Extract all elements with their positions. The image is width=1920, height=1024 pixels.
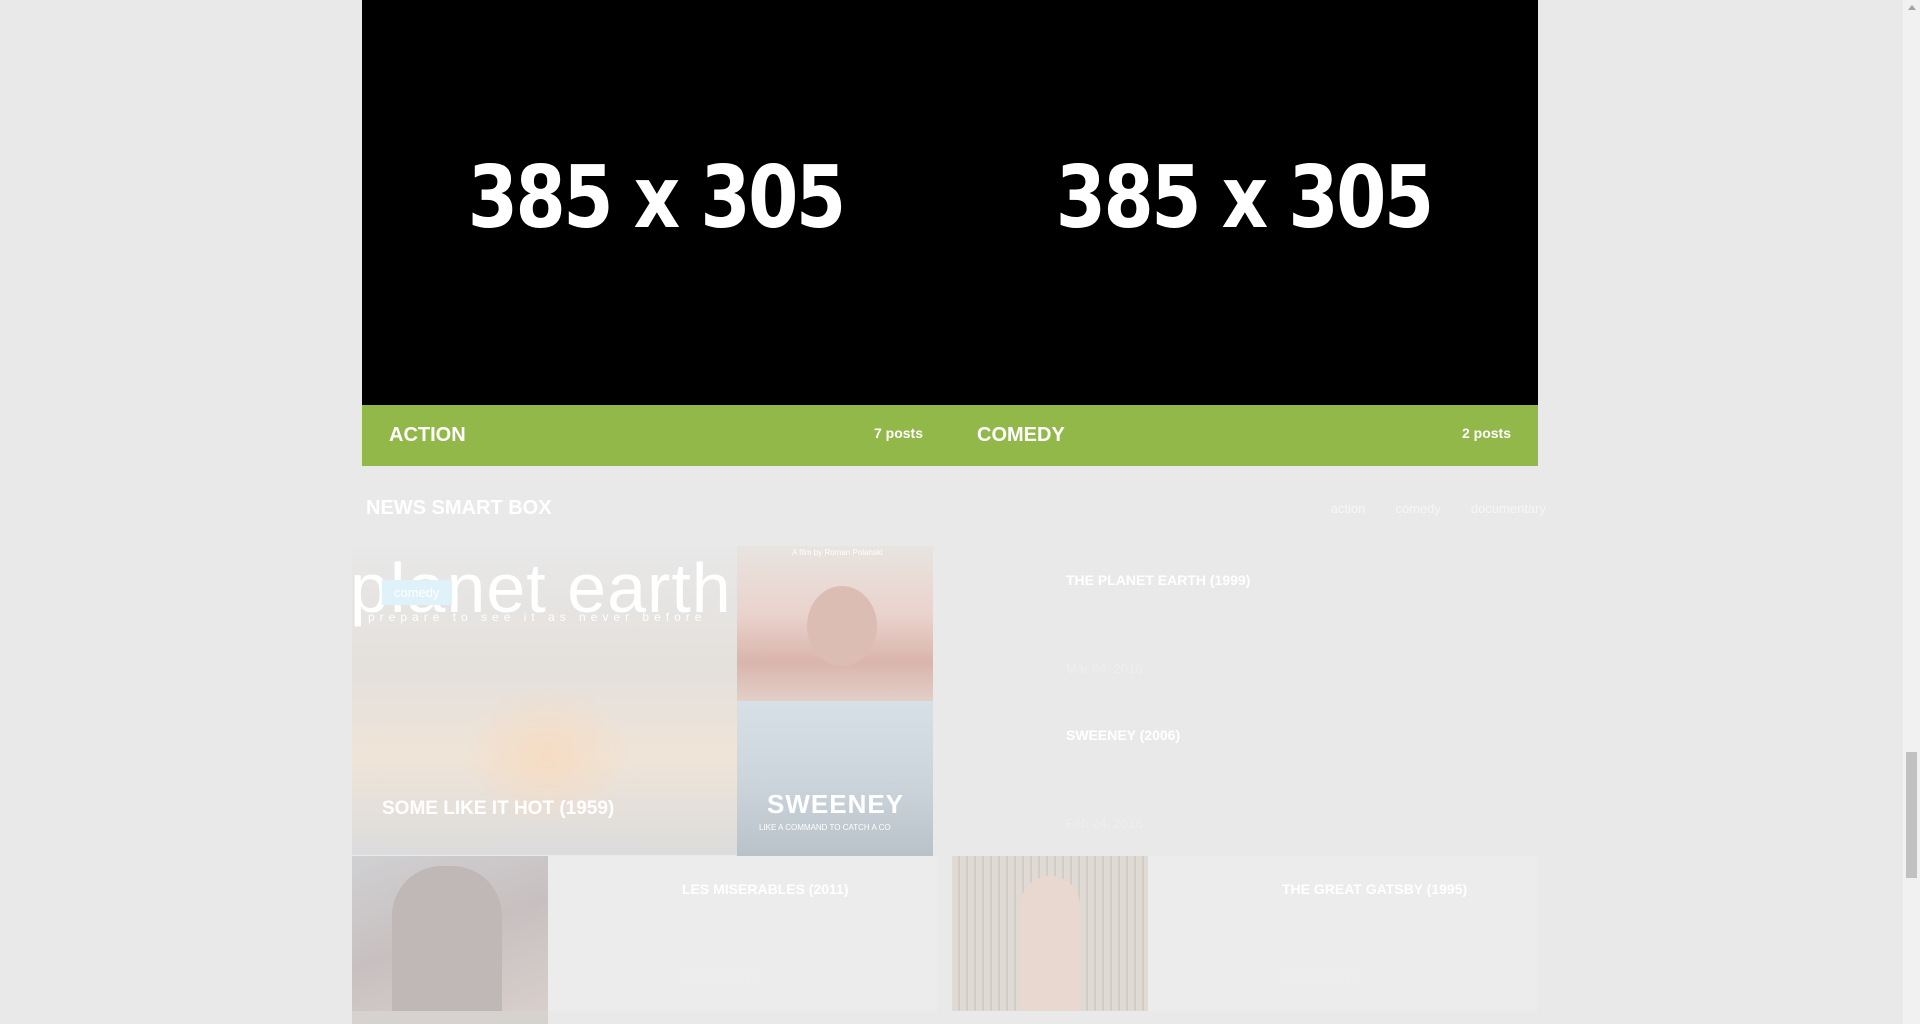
category-thumbnail[interactable]: 385 x 305 (950, 0, 1538, 405)
post-thumbnail-sweeney[interactable]: SWEENEY LIKE A COMMAND TO CATCH A CO (737, 701, 933, 856)
post-title[interactable]: SWEENEY (2006) (1066, 727, 1180, 743)
post-title[interactable]: LES MISERABLES (2011) (682, 881, 849, 897)
placeholder-dimensions: 385 x 305 (1056, 147, 1434, 248)
post-date: Mar 04, 2016 (1066, 661, 1143, 676)
post-card[interactable]: LES MISERABLES (2011) Feb 22, 2016 (352, 856, 937, 1011)
category-name[interactable]: ACTION (389, 424, 466, 447)
poster-portrait (807, 586, 877, 666)
poster-subtitle: LIKE A COMMAND TO CATCH A CO (759, 823, 891, 832)
category-badge[interactable]: comedy (382, 580, 452, 605)
next-row-thumbnail-edge (352, 1011, 548, 1024)
poster-tagline: prepare to see it as never before (368, 610, 707, 624)
scrollbar-thumb[interactable] (1906, 752, 1917, 878)
filter-tab-action[interactable]: action (1331, 501, 1366, 516)
category-post-count: 2 posts (1461, 425, 1511, 441)
post-thumbnail[interactable] (352, 856, 548, 1011)
filter-tab-comedy[interactable]: comedy (1395, 501, 1441, 516)
category-block-comedy[interactable]: 385 x 305 COMEDY 2 posts (950, 0, 1538, 466)
post-date: Feb 24, 2016 (1066, 816, 1143, 831)
post-title[interactable]: THE PLANET EARTH (1999) (1066, 572, 1250, 588)
post-thumbnail[interactable] (952, 856, 1148, 1011)
poster-figure (392, 866, 502, 1011)
category-bar[interactable]: ACTION 7 posts (362, 405, 950, 466)
page-scrollbar[interactable] (1903, 0, 1920, 1024)
category-name[interactable]: COMEDY (977, 424, 1065, 447)
news-smart-box-title: NEWS SMART BOX (366, 497, 552, 519)
category-thumbnail[interactable]: 385 x 305 (362, 0, 950, 405)
post-card[interactable]: THE GREAT GATSBY (1995) Feb 22, 2016 (952, 856, 1537, 1011)
category-filter-tabs: action comedy documentary (1331, 501, 1546, 516)
post-title[interactable]: THE GREAT GATSBY (1995) (1282, 881, 1467, 897)
category-bar[interactable]: COMEDY 2 posts (950, 405, 1538, 466)
scroll-up-arrow-icon[interactable] (1908, 5, 1916, 10)
placeholder-dimensions: 385 x 305 (468, 147, 846, 248)
category-post-count: 7 posts (873, 425, 923, 441)
featured-post-title[interactable]: SOME LIKE IT HOT (1959) (382, 798, 614, 820)
poster-figure (1020, 876, 1080, 1011)
post-thumbnail-planet-earth[interactable]: A film by Roman Polanski (737, 546, 933, 701)
featured-post[interactable]: planet earth prepare to see it as never … (352, 546, 737, 855)
poster-credit-text: A film by Roman Polanski (792, 548, 883, 557)
post-date: Feb 22, 2016 (682, 969, 759, 984)
poster-title-text: SWEENEY (767, 789, 905, 819)
category-block-action[interactable]: 385 x 305 ACTION 7 posts (362, 0, 950, 466)
post-date: Feb 22, 2016 (1282, 969, 1359, 984)
filter-tab-documentary[interactable]: documentary (1471, 501, 1546, 516)
